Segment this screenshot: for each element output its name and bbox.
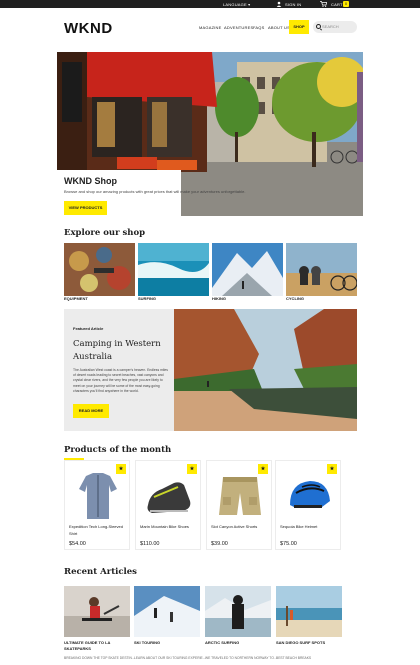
article-title[interactable]: SKI TOURING bbox=[134, 640, 202, 646]
product-price: $75.00 bbox=[280, 541, 297, 547]
utility-bar: LANGUAGE ▾ SIGN IN CART 0 bbox=[0, 0, 420, 8]
nav-shop[interactable]: SHOP bbox=[289, 20, 309, 34]
article-title[interactable]: ARCTIC SURFING bbox=[205, 640, 273, 646]
product-price: $110.00 bbox=[140, 541, 160, 547]
article-image-arctic-surfing[interactable] bbox=[205, 586, 271, 637]
helmet-icon bbox=[290, 481, 330, 508]
product-card[interactable]: ★ Sequoia Bike Helmet $75.00 bbox=[275, 460, 341, 550]
category-surfing-image[interactable] bbox=[138, 243, 209, 296]
nav-about-us[interactable]: ABOUT US bbox=[268, 25, 290, 30]
view-products-button[interactable]: VIEW PRODUCTS bbox=[64, 201, 107, 215]
product-name: Sequoia Bike Helmet bbox=[280, 524, 318, 529]
product-name: Slot Canyon Active Shorts bbox=[211, 524, 258, 529]
article-title[interactable]: ULTIMATE GUIDE TO LA SKATEPARKS bbox=[64, 640, 132, 651]
explore-title: Explore our shop bbox=[64, 228, 146, 238]
shoe-icon bbox=[147, 482, 191, 513]
cart-link[interactable]: CART bbox=[331, 2, 343, 7]
search-icon bbox=[316, 24, 321, 29]
articles-title: Recent Articles bbox=[64, 567, 137, 577]
hero-title: WKND Shop bbox=[64, 176, 117, 186]
user-icon bbox=[276, 1, 282, 7]
article-subtitle: LEARN ABOUT OUR SKI TOURING EXPERIE... bbox=[134, 656, 206, 660]
product-card[interactable]: ★ Slot Canyon Active Shorts $39.00 bbox=[206, 460, 272, 550]
featured-image bbox=[174, 309, 357, 431]
shorts-icon bbox=[219, 477, 261, 515]
product-card[interactable]: ★ Marin Mountain Bike Shoes $110.00 bbox=[135, 460, 201, 550]
article-image-ski-touring[interactable] bbox=[134, 586, 200, 637]
nav-adventures[interactable]: ADVENTURES bbox=[224, 25, 253, 30]
featured-kicker: Featured Article bbox=[73, 326, 104, 331]
category-surfing-label[interactable]: SURFING bbox=[138, 296, 156, 301]
article-image-skateparks[interactable] bbox=[64, 586, 130, 637]
category-cycling-image[interactable] bbox=[286, 243, 357, 296]
category-equipment-label[interactable]: EQUIPMENT bbox=[64, 296, 88, 301]
featured-description: The Australian West coast is a camper's … bbox=[73, 368, 169, 393]
category-hiking-image[interactable] bbox=[212, 243, 283, 296]
products-title: Products of the month bbox=[64, 445, 172, 455]
search-placeholder: SEARCH bbox=[322, 24, 339, 29]
search-input[interactable]: SEARCH bbox=[313, 21, 357, 33]
product-name: Marin Mountain Bike Shoes bbox=[140, 524, 189, 529]
article-image-san-diego[interactable] bbox=[276, 586, 342, 637]
article-subtitle: BEST BEACH BREAKS bbox=[276, 656, 312, 660]
product-price: $39.00 bbox=[211, 541, 228, 547]
hero-text: Browse and shop our amazing products wit… bbox=[64, 189, 246, 194]
product-price: $54.00 bbox=[69, 541, 86, 547]
language-label: LANGUAGE bbox=[223, 1, 247, 7]
article-title[interactable]: SAN DIEGO SURF SPOTS bbox=[276, 640, 344, 646]
article-subtitle: WE TRAVELED TO NORTHERN NORWAY TO... bbox=[205, 656, 277, 660]
category-hiking-label[interactable]: HIKING bbox=[212, 296, 226, 301]
language-selector[interactable]: LANGUAGE ▾ bbox=[223, 2, 250, 7]
article-subtitle: BREAKING DOWN THE TOP SKATE DESTIN... bbox=[64, 656, 135, 660]
signin-link[interactable]: SIGN IN bbox=[285, 2, 301, 7]
cart-icon bbox=[320, 1, 328, 7]
shirt-icon bbox=[79, 473, 117, 519]
category-equipment-image[interactable] bbox=[64, 243, 135, 296]
site-logo[interactable]: WKND bbox=[64, 20, 113, 37]
nav-faqs[interactable]: FAQS bbox=[253, 25, 264, 30]
category-cycling-label[interactable]: CYCLING bbox=[286, 296, 304, 301]
cart-count-badge: 0 bbox=[343, 1, 349, 7]
read-more-button[interactable]: READ MORE bbox=[73, 404, 109, 418]
featured-title: Camping in Western Australia bbox=[73, 339, 161, 362]
nav-magazine[interactable]: MAGAZINE bbox=[199, 25, 222, 30]
product-name: Expedition Tech Long-Sleeved Shirt bbox=[69, 524, 123, 536]
product-card[interactable]: ★ Expedition Tech Long-Sleeved Shirt $54… bbox=[64, 460, 130, 550]
